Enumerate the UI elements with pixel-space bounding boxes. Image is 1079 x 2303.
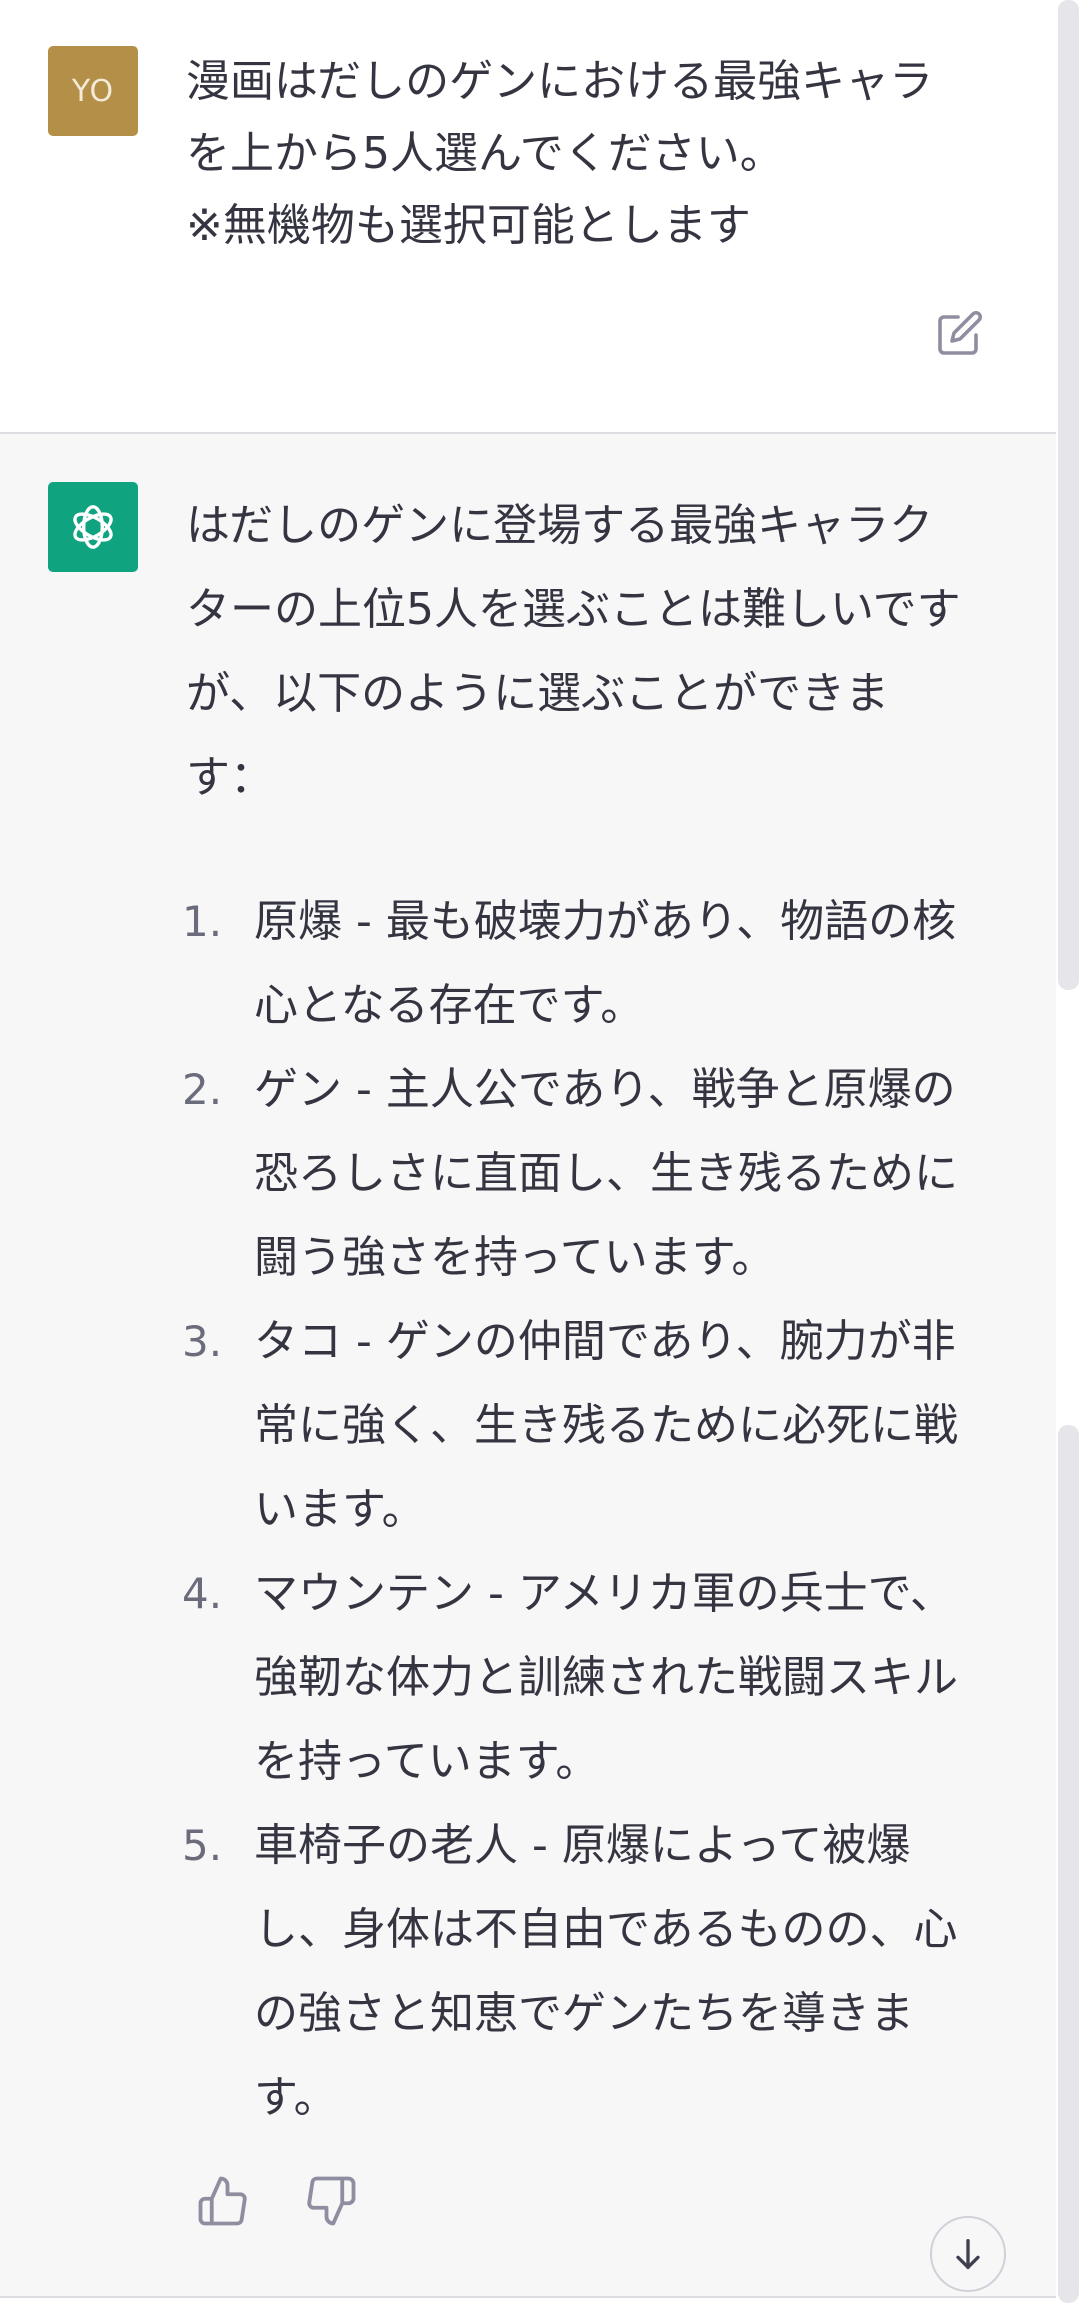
user-avatar: YO [48,46,138,136]
list-item-number: 1. [182,897,223,946]
assistant-intro: はだしのゲンに登場する最強キャラク ターの上位5人を選ぶことは難しいです が、以… [186,484,1006,820]
list-item-number: 2. [182,1065,223,1114]
openai-logo-icon [73,505,113,549]
list-item-line: タコ - ゲンの仲間であり、腕力が非 [254,1316,956,1367]
scrollbar-thumb[interactable] [1058,1425,1079,2303]
list-item-number: 3. [182,1317,223,1366]
edit-icon [938,310,983,355]
thumbs-up-icon [198,2176,247,2226]
list-item-line: 常に強く、生き残るために必死に戦 [254,1400,958,1451]
list-item-line: す。 [254,2072,338,2123]
assistant-intro-line: はだしのゲンに登場する最強キャラク [186,500,934,551]
thumbs-down-button[interactable] [304,2174,358,2228]
user-message-line: ※無機物も選択可能とします [186,200,751,251]
chat-page: YO 漫画はだしのゲンにおける最強キャラ を上から5人選んでください。 ※無機物… [0,0,1079,2303]
edit-button[interactable] [935,308,985,358]
list-item-line: 恐ろしさに直面し、生き残るために [254,1148,958,1199]
list-item: 4. マウンテン - アメリカ軍の兵士で、 強靭な体力と訓練された戦闘スキル を… [182,1552,1022,1804]
list-item-line: マウンテン - アメリカ軍の兵士で、 [254,1568,954,1619]
user-message-line: 漫画はだしのゲンにおける最強キャラ [186,56,934,107]
list-item-line: います。 [254,1484,426,1535]
assistant-intro-line: す： [186,752,274,803]
scroll-to-bottom-button[interactable] [930,2216,1006,2292]
list-item-number: 5. [182,1821,223,1870]
scrollbar-thumb[interactable] [1058,0,1079,990]
list-item-line: ゲン - 主人公であり、戦争と原爆の [254,1064,956,1115]
list-item: 5. 車椅子の老人 - 原爆によって被爆 し、身体は不自由であるものの、心 の強… [182,1804,1022,2140]
ranking-list: 1. 原爆 - 最も破壊力があり、物語の核 心となる存在です。 2. ゲン - … [182,880,1022,2140]
assistant-intro-line: が、以下のように選ぶことができま [186,668,890,719]
list-item: 2. ゲン - 主人公であり、戦争と原爆の 恐ろしさに直面し、生き残るために 闘… [182,1048,1022,1300]
list-item-line: 闘う強さを持っています。 [254,1232,776,1283]
list-item-line: 車椅子の老人 - 原爆によって被爆 [254,1820,911,1871]
thumbs-up-button[interactable] [196,2174,250,2228]
list-item-line: の強さと知恵でゲンたちを導きま [254,1988,914,2039]
assistant-message: はだしのゲンに登場する最強キャラク ターの上位5人を選ぶことは難しいです が、以… [0,434,1056,2298]
assistant-avatar [48,482,138,572]
thumbs-down-icon [307,2176,356,2226]
list-item-line: を持っています。 [254,1736,600,1787]
list-item-line: 心となる存在です。 [254,980,645,1031]
user-message-text: 漫画はだしのゲンにおける最強キャラ を上から5人選んでください。 ※無機物も選択… [186,46,1006,262]
user-message-line: を上から5人選んでください。 [186,128,784,179]
assistant-intro-line: ターの上位5人を選ぶことは難しいです [186,584,961,635]
list-item: 3. タコ - ゲンの仲間であり、腕力が非 常に強く、生き残るために必死に戦 い… [182,1300,1022,1552]
list-item: 1. 原爆 - 最も破壊力があり、物語の核 心となる存在です。 [182,880,1022,1048]
list-item-line: 原爆 - 最も破壊力があり、物語の核 [254,896,957,947]
list-item-line: 強靭な体力と訓練された戦闘スキル [254,1652,958,1703]
arrow-down-icon [956,2239,980,2269]
list-item-number: 4. [182,1569,223,1618]
user-message: YO 漫画はだしのゲンにおける最強キャラ を上から5人選んでください。 ※無機物… [0,0,1056,434]
list-item-line: し、身体は不自由であるものの、心 [254,1904,958,1955]
